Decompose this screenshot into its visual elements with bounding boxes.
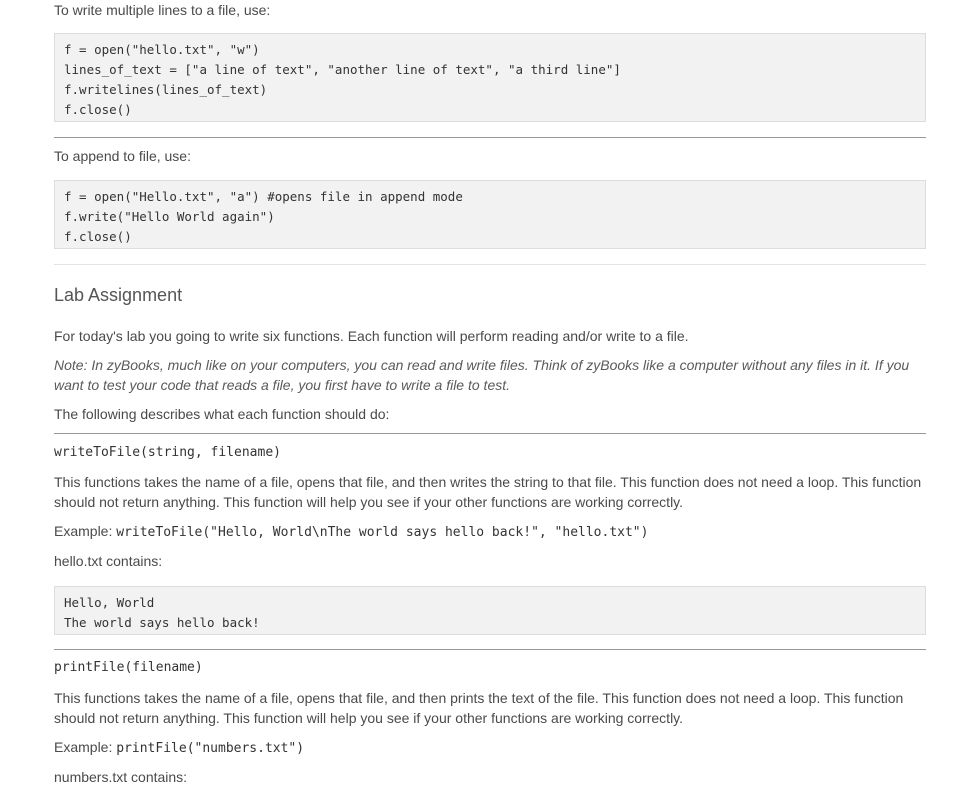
lab-note: Note: In zyBooks, much like on your comp… <box>54 357 910 393</box>
function-signature-writeToFile: writeToFile(string, filename) <box>54 445 281 460</box>
function-signature-printFile: printFile(filename) <box>54 660 203 675</box>
lab-assignment-heading: Lab Assignment <box>54 285 183 305</box>
code-line: f.close() <box>64 102 132 117</box>
example-label: Example: <box>54 739 117 755</box>
example-code: printFile("numbers.txt") <box>116 741 305 756</box>
code-line: f.close() <box>64 229 132 244</box>
section-divider-light <box>54 264 926 265</box>
code-line: Hello, World <box>64 595 155 610</box>
write-lines-intro: To write multiple lines to a file, use: <box>54 2 271 18</box>
contains-label: numbers.txt contains: <box>54 769 188 785</box>
code-line: f.write("Hello World again") <box>64 209 275 224</box>
example-code: writeToFile("Hello, World\nThe world say… <box>116 525 649 540</box>
code-line: The world says hello back! <box>64 615 260 630</box>
append-intro: To append to file, use: <box>54 148 191 164</box>
lab-describes: The following describes what each functi… <box>54 406 390 422</box>
contains-label: hello.txt contains: <box>54 553 163 569</box>
function-description: This functions takes the name of a file,… <box>54 474 922 510</box>
function-example: Example: writeToFile("Hello, World\nThe … <box>54 521 648 543</box>
function-description: This functions takes the name of a file,… <box>54 690 904 726</box>
function-divider <box>54 433 926 434</box>
lab-intro: For today's lab you going to write six f… <box>54 328 689 344</box>
code-line: lines_of_text = ["a line of text", "anot… <box>64 62 621 77</box>
section-divider <box>54 137 926 138</box>
code-line: f = open("Hello.txt", "a") #opens file i… <box>64 189 463 204</box>
write-lines-code-block: f = open("hello.txt", "w") lines_of_text… <box>54 33 926 122</box>
example-label: Example: <box>54 523 117 539</box>
function-example: Example: printFile("numbers.txt") <box>54 737 304 759</box>
code-line: f = open("hello.txt", "w") <box>64 42 260 57</box>
function-divider <box>54 649 926 650</box>
code-line: f.writelines(lines_of_text) <box>64 82 268 97</box>
append-code-block: f = open("Hello.txt", "a") #opens file i… <box>54 180 926 249</box>
contains-code-block: Hello, World The world says hello back! <box>54 586 926 635</box>
